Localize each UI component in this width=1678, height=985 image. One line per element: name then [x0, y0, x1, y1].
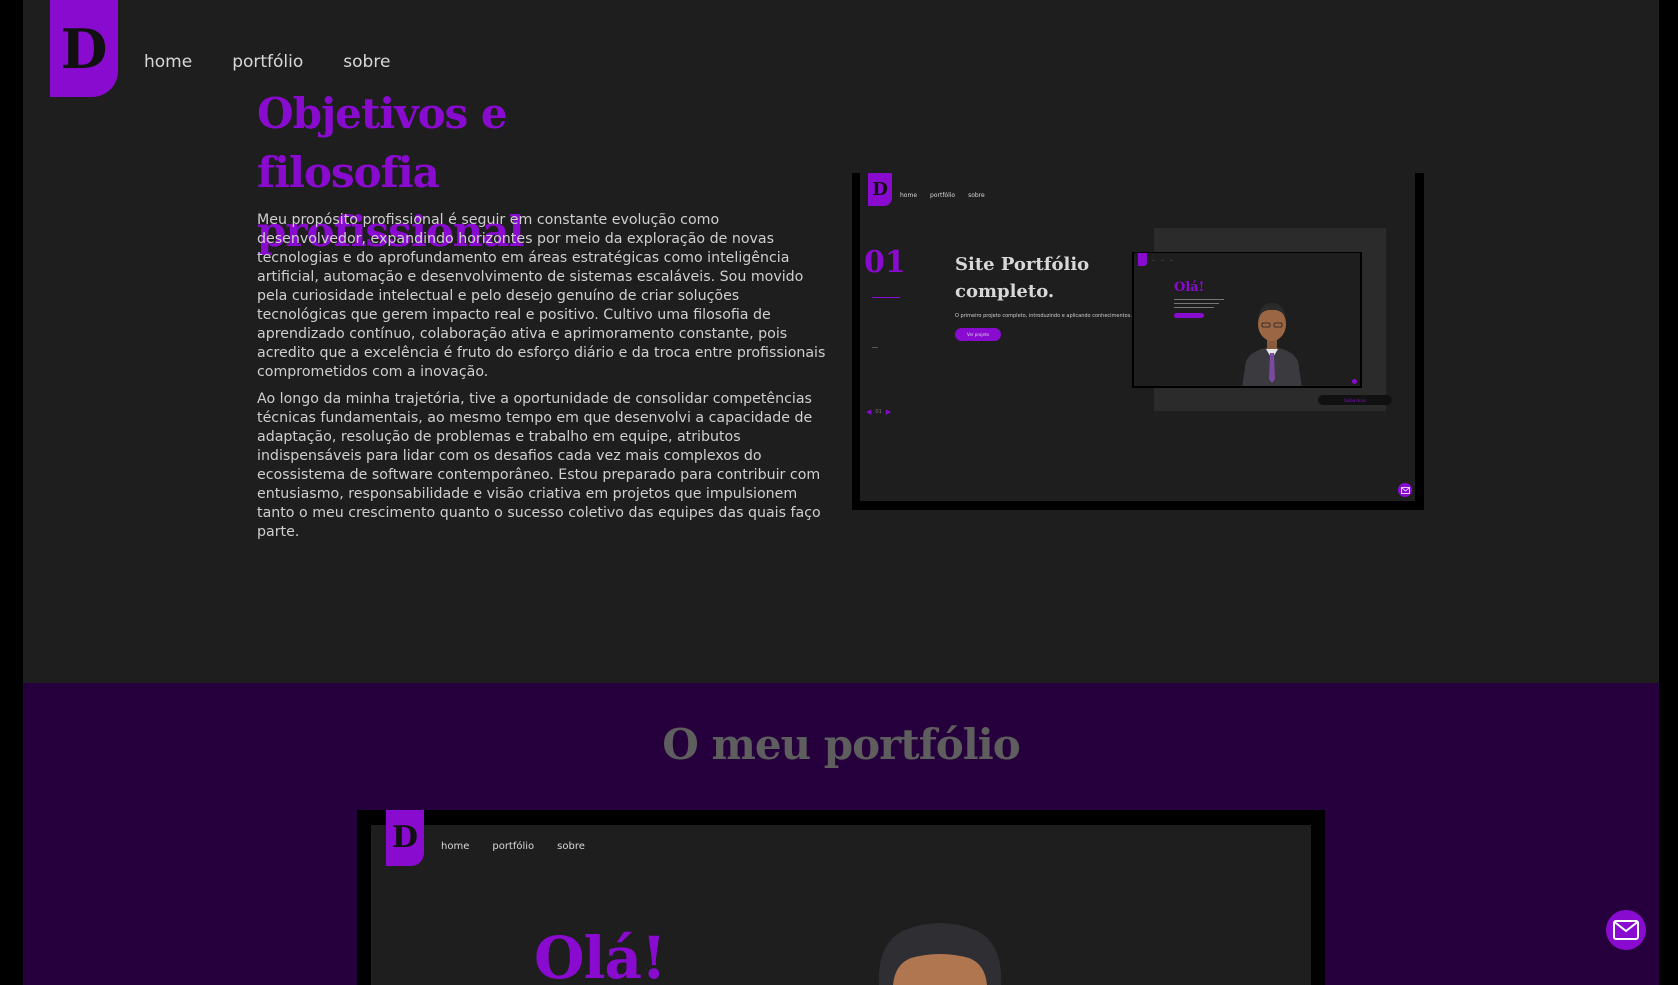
- project-preview-screenshot: D home portfólio sobre 01 Site Portfólio…: [852, 173, 1424, 510]
- portfolio-preview-nav: home portfólio sobre: [441, 841, 585, 852]
- mini-page: — — — Olá!: [1134, 253, 1360, 386]
- mini-nav: — — —: [1152, 258, 1173, 262]
- preview-project-title: Site Portfólio completo.: [955, 254, 1090, 302]
- mini-nav-sobre: —: [1170, 258, 1173, 262]
- portfolio-preview-nav-sobre: sobre: [557, 841, 585, 852]
- mini-nav-portfolio: —: [1161, 258, 1164, 262]
- preview-next-icon: ▶: [885, 408, 892, 416]
- portfolio-preview-logo: D: [386, 810, 424, 866]
- avatar-illustration: [1242, 303, 1302, 386]
- objectives-paragraph-2: Ao longo da minha trajetória, tive a opo…: [257, 391, 821, 540]
- nav-portfolio[interactable]: portfólio: [232, 52, 303, 72]
- mini-text-line: [1174, 307, 1214, 308]
- nav-home[interactable]: home: [144, 52, 192, 72]
- mini-nav-home: —: [1152, 258, 1155, 262]
- preview-nav-portfolio: portfólio: [930, 192, 956, 199]
- mini-button: [1174, 313, 1204, 318]
- logo-letter: D: [60, 16, 108, 81]
- site-logo[interactable]: D: [50, 0, 118, 97]
- mini-text-line: [1174, 303, 1219, 304]
- portfolio-preview-hello: Olá!: [534, 924, 667, 985]
- preview-page: D home portfólio sobre 01 Site Portfólio…: [860, 173, 1415, 501]
- mini-text-line: [1174, 299, 1224, 300]
- preview-logo: D: [868, 173, 892, 206]
- mini-mail-icon: [1352, 379, 1357, 384]
- preview-see-more: Saiba mais: [1318, 395, 1392, 405]
- preview-project-description: O primeiro projeto completo, introduzind…: [955, 313, 1132, 319]
- preview-nav: home portfólio sobre: [900, 192, 985, 199]
- portfolio-preview-logo-letter: D: [391, 820, 418, 855]
- preview-mail-icon: [1398, 483, 1412, 497]
- objectives-paragraph-1: Meu propósito profissional é seguir em c…: [257, 212, 826, 380]
- nav-sobre[interactable]: sobre: [343, 52, 390, 72]
- preview-project-number: 01: [864, 245, 906, 280]
- preview-nav-home: home: [900, 192, 918, 199]
- preview-pager-number: 01: [875, 409, 882, 415]
- contact-mail-button[interactable]: [1606, 910, 1646, 950]
- preview-project-button: Ver projeto: [955, 328, 1001, 341]
- preview-mini-screenshot: — — — Olá!: [1132, 252, 1362, 388]
- mail-icon: [1613, 920, 1639, 940]
- mini-logo: [1138, 253, 1147, 266]
- preview-dash: [872, 347, 878, 348]
- mini-hello: Olá!: [1174, 280, 1205, 295]
- preview-pager: ◀ 01 ▶: [866, 408, 891, 416]
- preview-divider: [872, 297, 900, 298]
- portfolio-preview-nav-home: home: [441, 841, 470, 852]
- preview-logo-letter: D: [872, 178, 888, 200]
- portfolio-title: O meu portfólio: [662, 720, 1020, 769]
- portfolio-preview-nav-portfolio: portfólio: [492, 841, 535, 852]
- avatar-illustration: [878, 923, 1002, 985]
- page: D home portfólio sobre Objetivos e filos…: [23, 0, 1659, 985]
- main-nav: home portfólio sobre: [144, 52, 390, 72]
- preview-nav-sobre: sobre: [968, 192, 985, 199]
- preview-prev-icon: ◀: [866, 408, 872, 416]
